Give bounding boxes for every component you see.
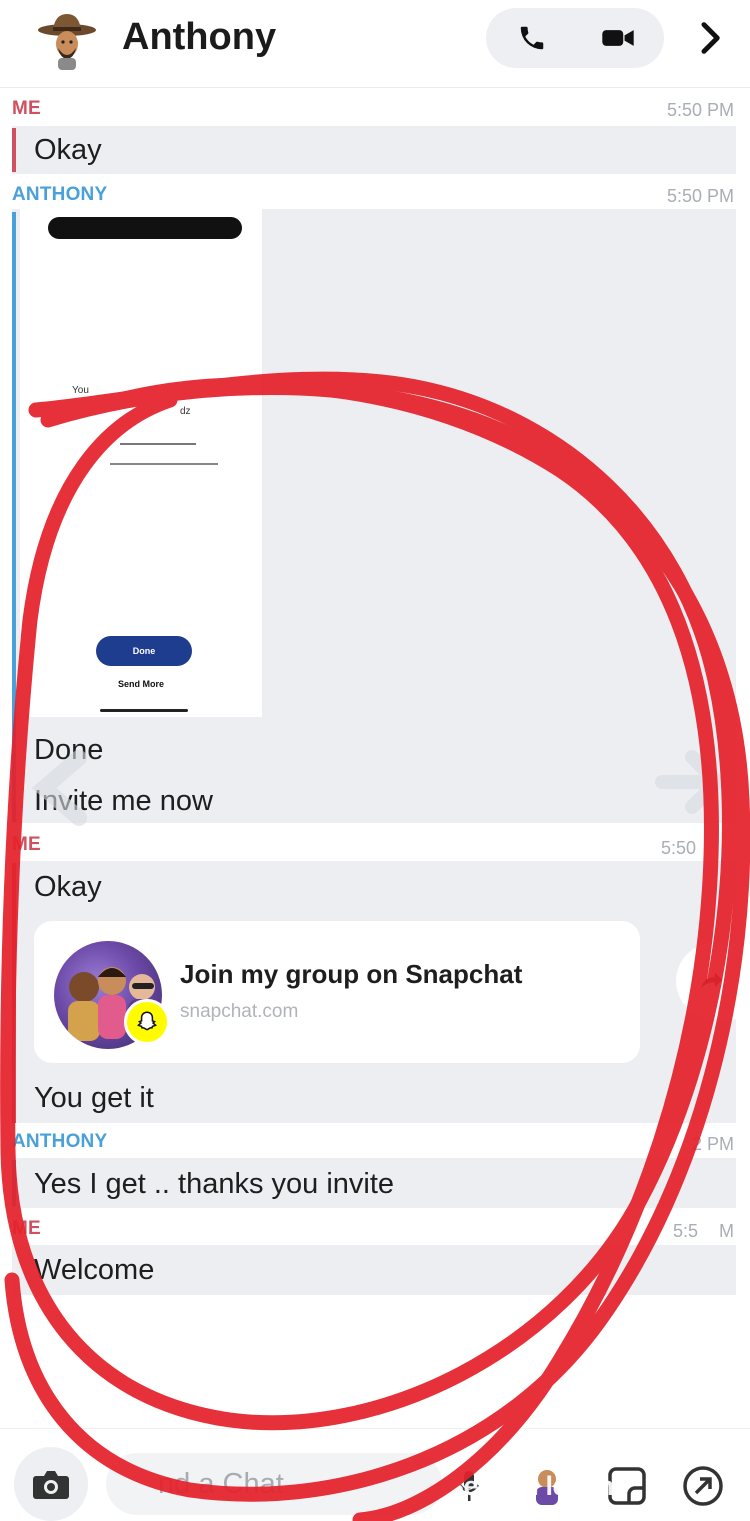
invite-url: snapchat.com bbox=[180, 1001, 299, 1022]
chat-title[interactable]: Anthony bbox=[122, 16, 276, 59]
attachment-text-line bbox=[110, 463, 218, 465]
camera-icon[interactable] bbox=[14, 1447, 88, 1521]
bitmoji-avatar[interactable] bbox=[36, 10, 98, 72]
message-background bbox=[12, 126, 736, 174]
attachment-send-more: Send More bbox=[117, 679, 164, 689]
sender-bar bbox=[12, 212, 16, 822]
video-camera-icon[interactable] bbox=[598, 18, 638, 58]
message-text[interactable]: Welcome bbox=[34, 1254, 154, 1287]
sender-label: ME bbox=[12, 98, 41, 119]
message-text[interactable]: Okay bbox=[34, 134, 102, 167]
attachment-done-button: Done bbox=[96, 636, 192, 666]
sender-label: ME bbox=[12, 1218, 41, 1239]
chevron-right-icon bbox=[652, 742, 732, 827]
timestamp: 2 PM bbox=[691, 1134, 734, 1154]
chat-transcript[interactable]: ME 5:50 PM Okay ANTHONY 5:50 PM You dz D… bbox=[0, 88, 750, 1428]
phone-icon[interactable] bbox=[512, 18, 552, 58]
timestamp: 5:5 bbox=[672, 1221, 698, 1241]
snapchat-ghost-icon bbox=[124, 999, 170, 1045]
chat-header: Anthony bbox=[0, 0, 750, 88]
invite-title: Join my group on Snapchat bbox=[180, 959, 523, 989]
message-text[interactable]: Yes I get .. thanks you invite bbox=[34, 1168, 394, 1201]
chat-composer: nd a Chat Sex ngi le om bbox=[0, 1428, 750, 1521]
call-controls bbox=[486, 8, 664, 68]
chevron-right-icon[interactable] bbox=[690, 16, 730, 60]
share-arrow-icon[interactable] bbox=[676, 943, 746, 1019]
status-bar bbox=[48, 217, 242, 239]
invite-card[interactable]: Join my group on Snapchat snapchat.com bbox=[34, 921, 640, 1063]
rocket-icon[interactable] bbox=[680, 1463, 726, 1509]
chevron-left-icon bbox=[24, 748, 94, 833]
attachment-text-line bbox=[120, 443, 196, 445]
timestamp: 5:50 bbox=[660, 838, 696, 858]
sender-label: ANTHONY bbox=[12, 1131, 108, 1152]
home-indicator bbox=[100, 709, 188, 712]
sender-label: ANTHONY bbox=[12, 184, 108, 205]
screenshot-attachment[interactable]: You dz Done Send More bbox=[20, 209, 262, 717]
chat-input-placeholder: nd a Chat bbox=[158, 1467, 284, 1500]
watermark-text: Sex ngi le om bbox=[446, 1471, 614, 1501]
message-text[interactable]: Okay bbox=[34, 871, 102, 904]
message-text[interactable]: You get it bbox=[34, 1082, 154, 1115]
sender-bar bbox=[12, 863, 16, 1123]
chat-input[interactable]: nd a Chat bbox=[106, 1453, 442, 1515]
sender-bar bbox=[12, 128, 16, 172]
attachment-text: dz bbox=[180, 406, 191, 417]
sender-label: ME bbox=[12, 834, 41, 855]
timestamp: 5:50 PM bbox=[666, 186, 734, 206]
timestamp-suffix: M bbox=[719, 1221, 734, 1241]
timestamp: 5:50 PM bbox=[666, 100, 734, 120]
attachment-text: You bbox=[72, 385, 89, 396]
sender-bar bbox=[12, 1160, 16, 1206]
